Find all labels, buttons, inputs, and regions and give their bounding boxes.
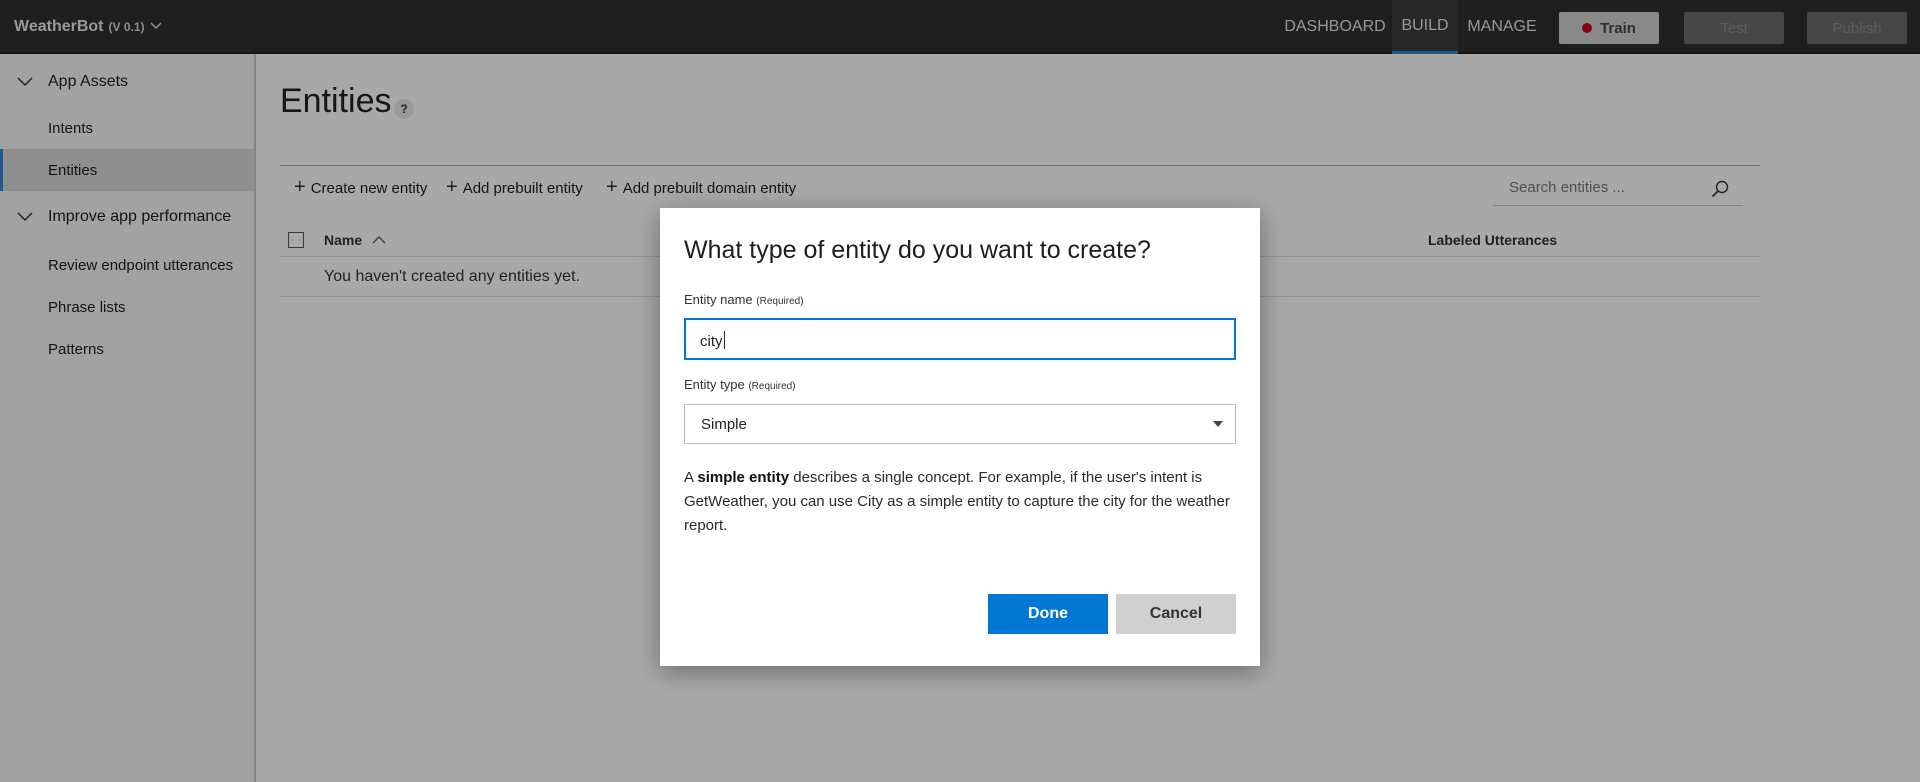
create-entity-dialog: What type of entity do you want to creat… [660,208,1260,666]
entity-name-label: Entity name (Required) [684,292,804,307]
entity-type-dropdown[interactable]: Simple [684,404,1236,444]
entity-type-label-text: Entity type [684,377,745,392]
entity-name-label-text: Entity name [684,292,753,307]
description-prefix: A [684,469,698,486]
entity-name-input[interactable]: city [684,318,1236,360]
entity-name-text: city [700,333,723,350]
entity-type-value: Simple [701,416,747,433]
done-button[interactable]: Done [988,594,1108,634]
dialog-title: What type of entity do you want to creat… [684,236,1151,264]
required-indicator: (Required) [756,296,804,307]
text-caret [723,331,725,349]
description-bold-term: simple entity [697,469,790,486]
entity-name-value: city [700,331,725,350]
cancel-button[interactable]: Cancel [1116,594,1236,634]
required-indicator: (Required) [748,381,796,392]
entity-type-label: Entity type (Required) [684,377,796,392]
caret-down-icon [1213,421,1223,427]
entity-type-description: A simple entity describes a single conce… [684,466,1236,538]
